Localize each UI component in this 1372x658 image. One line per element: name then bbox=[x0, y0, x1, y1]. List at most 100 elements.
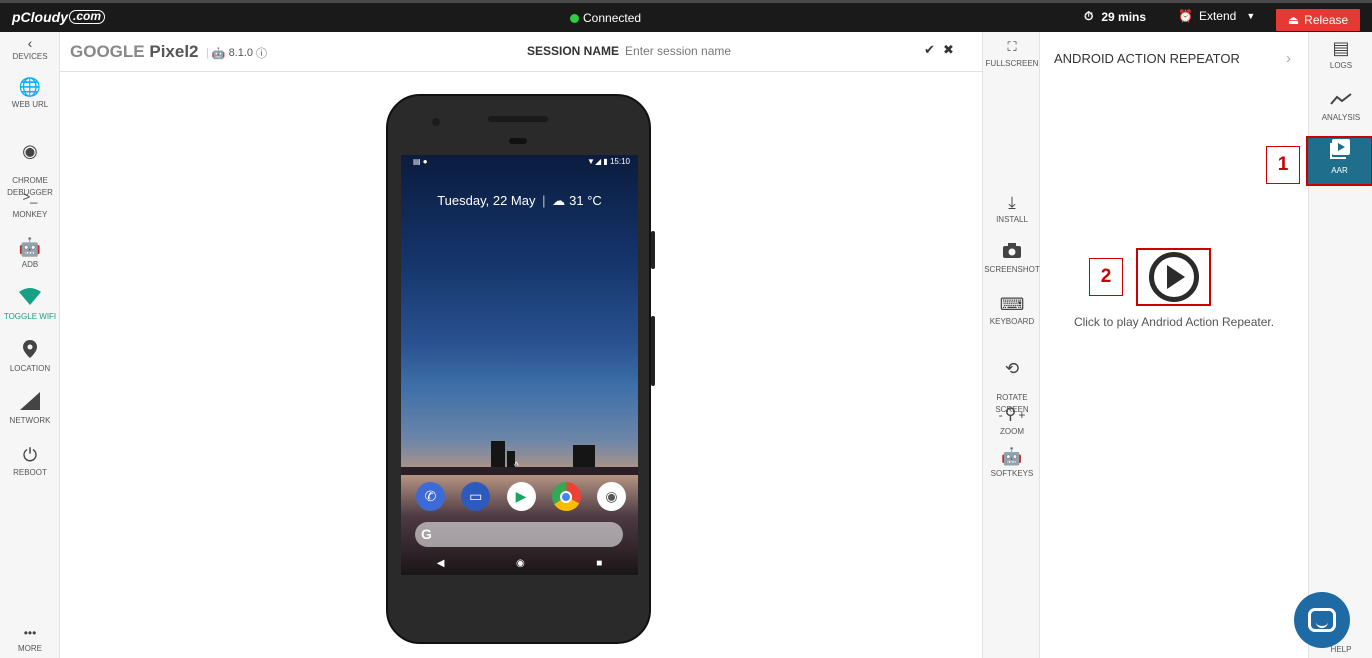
tool-label: KEYBOARD bbox=[989, 317, 1035, 326]
sidebar-item-label: TOGGLE WIFI bbox=[3, 312, 57, 321]
camera-app-icon[interactable]: ◉ bbox=[597, 482, 626, 511]
swipe-up-chevron-icon: ^ bbox=[514, 461, 519, 472]
phone-screen[interactable]: ▤ ● ▼◢ ▮ 15:10 Tuesday, 22 May | ☁ 31 °C … bbox=[401, 155, 638, 575]
device-brand: GOOGLE bbox=[70, 42, 145, 61]
keyboard-icon: ⌨ bbox=[999, 295, 1025, 314]
city-skyline bbox=[401, 430, 638, 475]
sidebar-item-label: ADB bbox=[21, 260, 39, 269]
sidebar-item-label: MORE bbox=[18, 644, 42, 653]
tool-screenshot[interactable]: SCREENSHOT bbox=[983, 242, 1041, 276]
sidebar-item-web-url[interactable]: 🌐 WEB URL bbox=[0, 76, 60, 111]
chrome-app-icon[interactable] bbox=[551, 482, 581, 511]
tool-zoom[interactable]: - ⚲ + ZOOM bbox=[983, 404, 1041, 438]
pcloudy-logo[interactable]: pCloudy .com bbox=[12, 9, 106, 25]
phone-nav-bar: ◀ ◉ ■ bbox=[401, 553, 638, 573]
sidebar-item-label: NETWORK bbox=[9, 416, 51, 425]
confirm-icon[interactable]: ✔ bbox=[924, 42, 935, 58]
left-sidebar: ‹ DEVICES 🌐 WEB URL ◉ CHROME DEBUGGER >_… bbox=[0, 32, 60, 658]
sidebar-item-devices[interactable]: ‹ DEVICES bbox=[0, 36, 60, 63]
tool-fullscreen[interactable]: ⛶ FULLSCREEN bbox=[983, 36, 1041, 70]
help-chat-button[interactable] bbox=[1294, 592, 1350, 648]
zoom-in-icon[interactable]: + bbox=[1018, 409, 1025, 421]
logs-icon: ▤ bbox=[1332, 38, 1350, 58]
sidebar-item-label: ANALYSIS bbox=[1321, 113, 1361, 122]
extend-label: Extend bbox=[1198, 9, 1237, 23]
status-icons: ▼◢ ▮ 15:10 bbox=[587, 157, 630, 166]
messages-app-icon[interactable]: ▭ bbox=[461, 482, 491, 511]
os-version: | 🤖 8.1.0 ⓘ bbox=[206, 45, 268, 61]
sidebar-item-adb[interactable]: 🤖 ADB bbox=[0, 236, 60, 271]
phone-power-button bbox=[651, 231, 655, 269]
sidebar-item-label: HELP bbox=[1330, 645, 1352, 654]
sidebar-item-logs[interactable]: ▤ LOGS bbox=[1309, 36, 1372, 72]
play-store-icon[interactable]: ▶ bbox=[506, 482, 536, 511]
sidebar-item-label: WEB URL bbox=[11, 100, 49, 109]
chevron-right-icon[interactable]: › bbox=[1286, 50, 1291, 67]
signal-icon bbox=[0, 392, 60, 414]
timer-label: 29 mins bbox=[1101, 9, 1147, 24]
extend-dropdown[interactable]: ⏰ Extend ▼ bbox=[1178, 9, 1255, 23]
phone-time: 15:10 bbox=[609, 157, 630, 166]
top-bar: pCloudy .com Connected ⏱ 29 mins ⏰ Exten… bbox=[0, 0, 1372, 32]
date-label: Tuesday, 22 May bbox=[437, 193, 536, 208]
zoom-controls: - ⚲ + bbox=[983, 404, 1041, 426]
caret-down-icon: ▼ bbox=[1246, 11, 1256, 21]
tool-softkeys[interactable]: 🤖 SOFTKEYS bbox=[983, 446, 1041, 480]
play-icon bbox=[1148, 252, 1199, 302]
rotate-icon: ⟲ bbox=[1004, 359, 1020, 378]
analysis-icon bbox=[1309, 88, 1372, 112]
phone-frame: ▤ ● ▼◢ ▮ 15:10 Tuesday, 22 May | ☁ 31 °C … bbox=[386, 94, 655, 644]
stopwatch-icon: ⏱ bbox=[1084, 9, 1094, 23]
chevron-left-icon: ‹ bbox=[27, 35, 33, 51]
annotation-marker-2: 2 bbox=[1089, 258, 1123, 296]
release-button[interactable]: ⏏ Release bbox=[1276, 9, 1360, 31]
sidebar-item-aar[interactable]: AAR bbox=[1306, 136, 1372, 186]
globe-icon: 🌐 bbox=[18, 77, 42, 97]
play-button[interactable] bbox=[1136, 248, 1211, 306]
connection-status-label: Connected bbox=[583, 11, 642, 25]
session-name: SESSION NAME bbox=[527, 44, 826, 58]
google-search-bar[interactable]: G bbox=[415, 522, 623, 547]
session-name-input[interactable] bbox=[625, 44, 826, 58]
sidebar-item-analysis[interactable]: ANALYSIS bbox=[1309, 88, 1372, 124]
release-label: Release bbox=[1304, 13, 1349, 27]
tool-keyboard[interactable]: ⌨ KEYBOARD bbox=[983, 294, 1041, 328]
sidebar-item-reboot[interactable]: ⏻ REBOOT bbox=[0, 444, 60, 479]
tool-install[interactable]: ⤓ INSTALL bbox=[983, 192, 1041, 226]
session-name-label: SESSION NAME bbox=[527, 44, 620, 58]
app-root: pCloudy .com Connected ⏱ 29 mins ⏰ Exten… bbox=[0, 0, 1372, 658]
android-icon: 🤖 bbox=[1001, 447, 1023, 466]
android-icon: 🤖 bbox=[211, 47, 226, 60]
sidebar-item-more[interactable]: ••• MORE bbox=[0, 627, 60, 655]
sidebar-item-label: AAR bbox=[1331, 166, 1348, 175]
sidebar-item-label: DEVICES bbox=[12, 52, 48, 61]
notification-icons: ▤ ● bbox=[413, 157, 428, 166]
os-version-label: 8.1.0 bbox=[228, 47, 254, 59]
sidebar-item-network[interactable]: NETWORK bbox=[0, 392, 60, 427]
sidebar-item-toggle-wifi[interactable]: TOGGLE WIFI bbox=[0, 288, 60, 323]
info-icon[interactable]: ⓘ bbox=[256, 45, 267, 61]
zoom-out-icon[interactable]: - bbox=[999, 409, 1003, 421]
chrome-icon: ◉ bbox=[22, 141, 38, 161]
play-square-icon bbox=[1308, 138, 1371, 166]
sidebar-item-label: LOCATION bbox=[9, 364, 51, 373]
sidebar-item-monkey[interactable]: >_ MONKEY bbox=[0, 186, 60, 221]
alarm-clock-icon: ⏰ bbox=[1178, 9, 1193, 23]
home-icon[interactable]: ◉ bbox=[516, 558, 525, 569]
download-icon: ⤓ bbox=[1008, 193, 1016, 212]
phone-app-icon[interactable]: ✆ bbox=[416, 482, 445, 511]
close-icon[interactable]: ✖ bbox=[943, 42, 954, 58]
aar-panel: ANDROID ACTION REPEATOR › Click to play … bbox=[1040, 32, 1308, 658]
sidebar-item-location[interactable]: LOCATION bbox=[0, 340, 60, 375]
sidebar-item-label: MONKEY bbox=[12, 210, 48, 219]
app-dock: ✆ ▭ ▶ ◉ bbox=[416, 482, 626, 512]
android-icon: 🤖 bbox=[18, 237, 42, 257]
device-model: Pixel2 bbox=[149, 42, 199, 61]
tool-label: SOFTKEYS bbox=[990, 469, 1034, 478]
phone-earpiece bbox=[509, 138, 527, 144]
device-header: GOOGLE Pixel2 | 🤖 8.1.0 ⓘ SESSION NAME ✔… bbox=[60, 32, 982, 72]
recents-icon[interactable]: ■ bbox=[596, 558, 602, 569]
zoom-icon: ⚲ bbox=[1004, 406, 1017, 423]
back-icon[interactable]: ◀ bbox=[437, 558, 445, 569]
fullscreen-icon: ⛶ bbox=[1007, 39, 1017, 54]
